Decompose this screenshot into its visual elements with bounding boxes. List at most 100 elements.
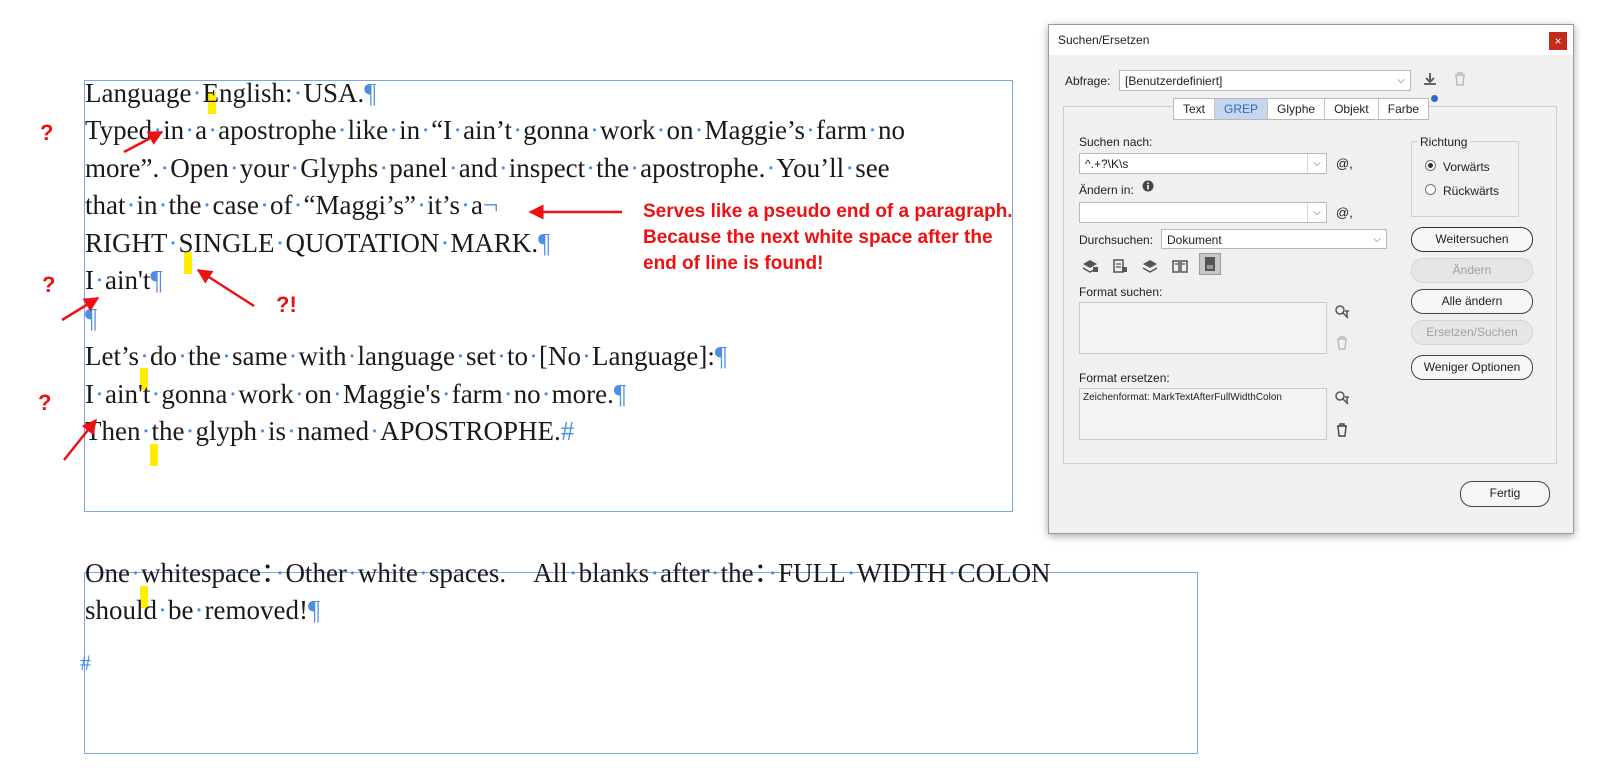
word: English: (202, 78, 293, 108)
change-to-field[interactable]: ⌵ (1079, 202, 1327, 223)
close-button[interactable]: × (1549, 32, 1567, 50)
tab-grep[interactable]: GREP (1215, 99, 1269, 119)
tab-color[interactable]: Farbe (1379, 99, 1428, 119)
word: to (506, 341, 528, 371)
special-characters-icon[interactable]: @, (1336, 205, 1353, 220)
change-button[interactable]: Ändern (1411, 258, 1533, 283)
radio-forward-label[interactable]: Vorwärts (1443, 160, 1490, 174)
space-marker: · (293, 190, 303, 220)
save-query-icon[interactable] (1421, 71, 1439, 90)
change-format-box[interactable]: Zeichenformat: MarkTextAfterFullWidthCol… (1079, 388, 1327, 440)
find-format-box[interactable] (1079, 302, 1327, 354)
space-marker: · (275, 558, 285, 588)
specify-attributes-icon[interactable] (1333, 390, 1351, 409)
radio-backward-label[interactable]: Rückwärts (1443, 184, 1499, 198)
word: in (399, 115, 421, 145)
space-marker: · (370, 416, 379, 446)
annotation-note-line: Because the next white space after the (643, 227, 993, 248)
search-scope-dropdown[interactable]: Dokument ⌵ (1161, 229, 1387, 249)
radio-forward[interactable] (1425, 160, 1436, 171)
hidden-character-marker: ¬ (482, 190, 499, 220)
space-marker: · (153, 115, 163, 145)
annotation-note: Serves like a pseudo end of a paragraph.… (643, 199, 1013, 277)
word: I (85, 265, 94, 295)
word: inspect (508, 153, 586, 183)
fewer-options-button[interactable]: Weniger Optionen (1411, 355, 1533, 380)
trash-icon[interactable] (1333, 423, 1351, 440)
change-all-button[interactable]: Alle ändern (1411, 289, 1533, 314)
tab-glyph[interactable]: Glyphe (1268, 99, 1326, 119)
word: case (212, 190, 259, 220)
trash-icon[interactable] (1333, 336, 1351, 353)
space-marker: · (568, 558, 578, 588)
annotation-question-mark: ? (38, 390, 52, 415)
highlight-marker (150, 444, 158, 466)
include-locked-stories-icon[interactable] (1109, 255, 1131, 277)
tab-text[interactable]: Text (1174, 99, 1216, 119)
space-marker: · (768, 558, 778, 588)
chevron-down-icon[interactable]: ⌵ (1307, 203, 1326, 222)
done-button[interactable]: Fertig (1460, 481, 1550, 507)
text-line: Typed·in·a·apostrophe·like·in·“I·ain’t·g… (85, 114, 905, 146)
word: see (855, 153, 890, 183)
direction-label: Richtung (1417, 135, 1471, 149)
change-format-label: Format ersetzen: (1079, 371, 1170, 385)
space-marker: · (287, 416, 297, 446)
delete-query-icon[interactable] (1451, 71, 1469, 90)
word: in (163, 115, 185, 145)
annotation-note-line: Serves like a pseudo end of a paragraph. (643, 201, 1013, 222)
word: One (85, 558, 130, 588)
word: work (600, 115, 656, 145)
word: no (513, 379, 541, 409)
word: more”. (85, 153, 160, 183)
word: APOSTROPHE. (380, 416, 561, 446)
text-line: I·ain't¶ (85, 264, 163, 296)
chevron-down-icon[interactable]: ⌵ (1307, 154, 1326, 173)
space-marker: · (126, 190, 136, 220)
space-marker: · (294, 379, 304, 409)
space-marker: · (416, 190, 426, 220)
find-what-field[interactable]: ^.+?\K\s ⌵ (1079, 153, 1327, 174)
space-marker: · (192, 78, 202, 108)
text-line: ¶ (85, 302, 97, 334)
word: do (150, 341, 177, 371)
word: COLON (957, 558, 1051, 588)
info-icon[interactable] (1141, 180, 1155, 194)
word: that (85, 190, 126, 220)
special-characters-icon[interactable]: @, (1336, 156, 1353, 171)
space-marker: · (389, 115, 399, 145)
space-marker: · (158, 595, 168, 625)
word: on (304, 379, 332, 409)
word: Typed (85, 115, 153, 145)
dialog-titlebar[interactable]: Suchen/Ersetzen × (1049, 25, 1573, 55)
space-marker: · (528, 341, 538, 371)
space-marker: · (418, 558, 428, 588)
change-find-button[interactable]: Ersetzen/Suchen (1411, 320, 1533, 345)
word: Glyphs (300, 153, 379, 183)
find-next-button[interactable]: Weitersuchen (1411, 227, 1533, 252)
text-line: Let’s·do·the·same·with·language·set·to·[… (85, 340, 727, 372)
search-scope-value: Dokument (1167, 233, 1222, 247)
radio-backward[interactable] (1425, 184, 1436, 195)
include-master-pages-icon[interactable] (1169, 255, 1191, 277)
include-locked-layers-icon[interactable] (1079, 255, 1101, 277)
space-marker: · (453, 115, 463, 145)
include-hidden-layers-icon[interactable] (1139, 255, 1161, 277)
word: “I (431, 115, 453, 145)
tab-object[interactable]: Objekt (1325, 99, 1379, 119)
space-marker: · (194, 595, 204, 625)
include-footnotes-icon[interactable] (1199, 253, 1221, 275)
word: the (168, 190, 202, 220)
word: blanks (578, 558, 650, 588)
word: the (188, 341, 221, 371)
word: Maggie’s (704, 115, 806, 145)
word: Open (170, 153, 229, 183)
space-marker: · (694, 115, 704, 145)
space-marker: · (229, 153, 239, 183)
specify-attributes-icon[interactable] (1333, 304, 1351, 323)
end-of-story-marker: # (80, 650, 91, 675)
search-type-tabs: Text GREP Glyphe Objekt Farbe (1173, 98, 1430, 120)
word: your (239, 153, 290, 183)
space-marker: · (541, 379, 551, 409)
query-dropdown[interactable]: [Benutzerdefiniert] ⌵ (1119, 70, 1411, 91)
